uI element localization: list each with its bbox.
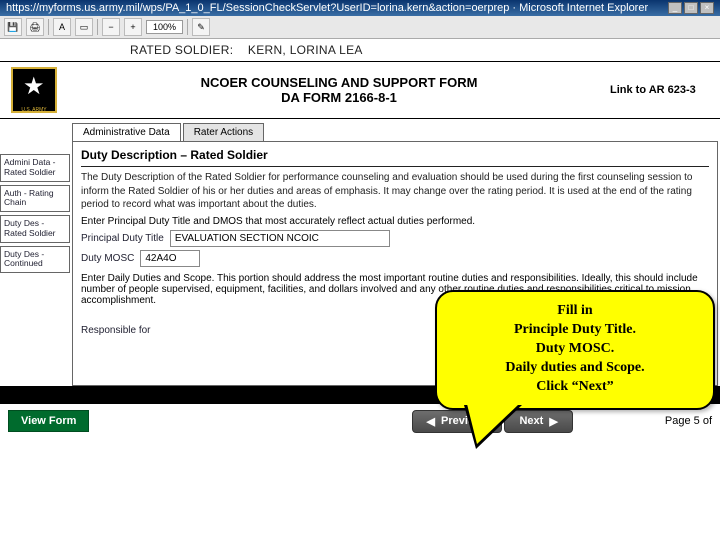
header-title: NCOER COUNSELING AND SUPPORT FORM DA FOR… (68, 71, 610, 109)
window-buttons: _ □ × (668, 2, 714, 14)
caret-left-icon: ◀ (427, 415, 435, 428)
left-sidebar: Admini Data - Rated Soldier Auth - Ratin… (0, 119, 70, 386)
tab-rater-actions[interactable]: Rater Actions (183, 123, 264, 141)
us-army-logo: U.S. ARMY (11, 67, 57, 113)
callout-text: Fill in Principle Duty Title. Duty MOSC.… (447, 302, 703, 396)
minimize-button[interactable]: _ (668, 2, 682, 14)
instruction-callout: Fill in Principle Duty Title. Duty MOSC.… (435, 290, 715, 410)
zoom-out-icon[interactable]: − (102, 18, 120, 36)
window-title: https://myforms.us.army.mil/wps/PA_1_0_F… (6, 2, 648, 14)
army-logo-wrap: U.S. ARMY (0, 62, 68, 118)
rated-soldier-row: RATED SOLDIER: KERN, LORINA LEA (0, 39, 720, 61)
pdf-toolbar: 💾 🖨 A ▭ − + 100% ✎ (0, 16, 720, 39)
zoom-level[interactable]: 100% (146, 20, 183, 34)
caret-right-icon: ▶ (549, 415, 557, 428)
form-header: U.S. ARMY NCOER COUNSELING AND SUPPORT F… (0, 61, 720, 119)
duty-mosc-input[interactable] (140, 250, 200, 267)
zoom-in-icon[interactable]: + (124, 18, 142, 36)
header-title-line1: NCOER COUNSELING AND SUPPORT FORM (68, 75, 610, 90)
principal-duty-title-label: Principal Duty Title (81, 233, 164, 244)
header-link[interactable]: Link to AR 623-3 (610, 84, 720, 96)
sidebar-item-duty-desc[interactable]: Duty Des - Rated Soldier (0, 215, 70, 243)
rated-name: KERN, LORINA LEA (248, 43, 363, 57)
text-tool-icon[interactable]: A (53, 18, 71, 36)
sidebar-item-duty-desc-cont[interactable]: Duty Des - Continued (0, 246, 70, 274)
page-label: Page 5 of (665, 415, 712, 427)
print-icon[interactable]: 🖨 (26, 18, 44, 36)
header-title-line2: DA FORM 2166-8-1 (68, 90, 610, 105)
section-title: Duty Description – Rated Soldier (81, 148, 709, 162)
responsible-for-label: Responsible for (81, 325, 150, 336)
close-button[interactable]: × (700, 2, 714, 14)
tab-admin-data[interactable]: Administrative Data (72, 123, 181, 141)
rated-label: RATED SOLDIER: (130, 43, 233, 57)
window-titlebar: https://myforms.us.army.mil/wps/PA_1_0_F… (0, 0, 720, 16)
principal-duty-title-input[interactable] (170, 230, 390, 247)
instruction-1: Enter Principal Duty Title and DMOS that… (81, 216, 709, 227)
section-description: The Duty Description of the Rated Soldie… (81, 171, 709, 212)
maximize-button[interactable]: □ (684, 2, 698, 14)
sidebar-item-admin-data[interactable]: Admini Data - Rated Soldier (0, 154, 70, 182)
save-icon[interactable]: 💾 (4, 18, 22, 36)
sign-tool-icon[interactable]: ✎ (192, 18, 210, 36)
view-form-button[interactable]: View Form (8, 410, 89, 432)
tabs-row: Administrative Data Rater Actions (72, 123, 718, 141)
duty-mosc-label: Duty MOSC (81, 253, 134, 264)
sidebar-item-auth-chain[interactable]: Auth - Rating Chain (0, 185, 70, 213)
select-tool-icon[interactable]: ▭ (75, 18, 93, 36)
